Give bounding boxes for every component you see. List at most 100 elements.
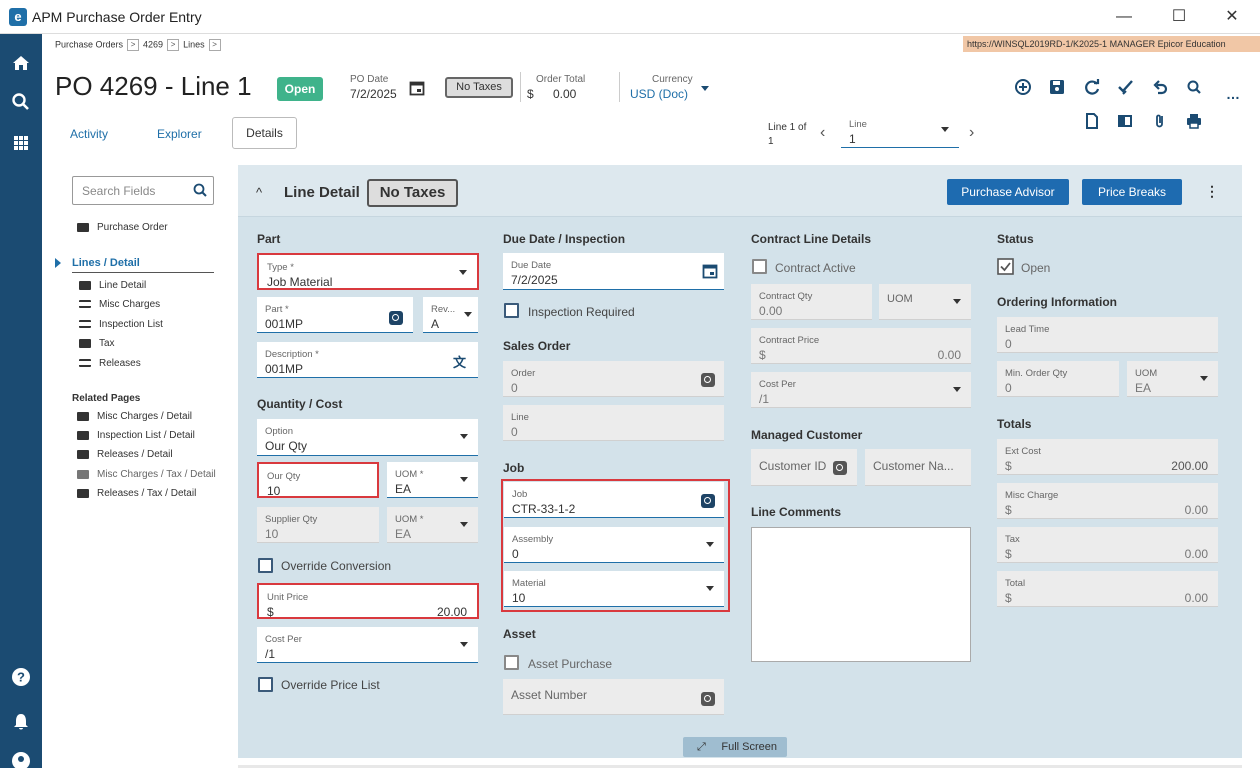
notifications-bell-icon[interactable] <box>10 711 32 733</box>
revision-dropdown[interactable]: Rev... A <box>423 297 478 333</box>
material-dropdown[interactable]: Material 10 <box>504 571 724 607</box>
help-icon[interactable]: ? <box>10 666 32 688</box>
purchase-advisor-button[interactable]: Purchase Advisor <box>947 179 1069 205</box>
override-price-list-checkbox[interactable] <box>258 677 273 692</box>
search-icon[interactable] <box>192 182 208 198</box>
open-checkbox-checked-icon[interactable] <box>997 258 1014 275</box>
home-icon[interactable] <box>10 52 32 74</box>
nav-tax[interactable]: Tax <box>79 338 115 349</box>
user-profile-icon[interactable] <box>10 750 32 772</box>
chevron-right-icon[interactable]: › <box>969 124 974 142</box>
clear-form-icon[interactable] <box>1114 76 1136 98</box>
unit-price-currency: $ <box>267 605 274 619</box>
nav-related-inspection-list[interactable]: Inspection List / Detail <box>77 430 195 441</box>
breadcrumb-purchase-orders[interactable]: Purchase Orders <box>55 39 123 49</box>
nav-related-releases-tax[interactable]: Releases / Tax / Detail <box>77 488 196 499</box>
price-breaks-button[interactable]: Price Breaks <box>1082 179 1182 205</box>
folder-icon <box>77 469 89 479</box>
close-icon[interactable]: ✕ <box>1218 6 1246 28</box>
more-options-icon[interactable]: … <box>1226 86 1241 102</box>
nav-related-releases[interactable]: Releases / Detail <box>77 449 173 460</box>
description-field[interactable]: Description * 001MP 文 <box>257 342 478 378</box>
override-conversion-checkbox[interactable] <box>258 558 273 573</box>
chevron-down-icon[interactable] <box>460 642 468 647</box>
part-field[interactable]: Part * 001MP <box>257 297 413 333</box>
chevron-down-icon[interactable] <box>706 542 714 547</box>
due-date-field[interactable]: Due Date 7/2/2025 <box>503 253 724 290</box>
full-screen-button[interactable]: ⤢ Full Screen <box>683 737 787 757</box>
nav-line-detail[interactable]: Line Detail <box>79 280 146 291</box>
apps-grid-icon[interactable] <box>10 132 32 154</box>
refresh-icon[interactable] <box>1081 76 1103 98</box>
breadcrumb-lines[interactable]: Lines <box>183 39 205 49</box>
our-qty-field[interactable]: Our Qty 10 <box>257 462 379 498</box>
contract-cost-per-dropdown: Cost Per /1 <box>751 372 971 408</box>
maximize-icon[interactable]: ☐ <box>1165 6 1193 28</box>
search-icon[interactable] <box>10 91 32 113</box>
asset-heading: Asset <box>503 627 536 641</box>
tab-explorer[interactable]: Explorer <box>157 127 202 141</box>
chevron-down-icon[interactable] <box>941 127 949 132</box>
nav-related-misc-charges[interactable]: Misc Charges / Detail <box>77 411 192 422</box>
chevron-down-icon[interactable] <box>460 477 468 482</box>
translate-icon[interactable]: 文 <box>453 352 466 371</box>
cost-per-dropdown[interactable]: Cost Per /1 <box>257 627 478 663</box>
contract-active-checkbox[interactable] <box>752 259 767 274</box>
customer-search-icon[interactable] <box>833 461 847 475</box>
nav-releases[interactable]: Releases <box>79 358 141 369</box>
option-dropdown[interactable]: Option Our Qty <box>257 419 478 456</box>
collapse-chevron-icon[interactable]: ^ <box>256 185 262 200</box>
chevron-down-icon[interactable] <box>459 270 467 275</box>
tab-details[interactable]: Details <box>232 117 297 149</box>
asset-purchase-checkbox[interactable] <box>504 655 519 670</box>
uom-dropdown[interactable]: UOM * EA <box>387 462 478 498</box>
revision-label: Rev... <box>431 304 456 315</box>
minimize-icon[interactable]: — <box>1110 6 1138 28</box>
status-heading: Status <box>997 232 1034 246</box>
print-icon[interactable] <box>1183 110 1205 132</box>
tab-activity[interactable]: Activity <box>70 127 108 141</box>
no-taxes-button[interactable]: No Taxes <box>445 77 513 98</box>
undo-icon[interactable] <box>1149 76 1171 98</box>
nav-related-misc-tax[interactable]: Misc Charges / Tax / Detail <box>77 469 216 480</box>
job-field[interactable]: Job CTR-33-1-2 <box>504 482 724 518</box>
ext-cost-field: Ext Cost $ 200.00 <box>997 439 1218 475</box>
panel-layout-icon[interactable] <box>1114 110 1136 132</box>
currency-value[interactable]: USD (Doc) <box>630 87 688 101</box>
chevron-down-icon[interactable] <box>460 434 468 439</box>
revision-value: A <box>431 317 440 331</box>
list-icon <box>79 320 91 329</box>
unit-price-field[interactable]: Unit Price $ 20.00 <box>257 583 479 619</box>
assembly-dropdown[interactable]: Assembly 0 <box>504 527 724 563</box>
chevron-down-icon[interactable] <box>464 312 472 317</box>
line-comments-textarea[interactable] <box>751 527 971 662</box>
material-value: 10 <box>512 591 526 605</box>
calendar-icon[interactable] <box>702 263 718 279</box>
job-search-icon[interactable] <box>701 494 715 508</box>
min-order-uom-dropdown: UOM EA <box>1127 361 1218 397</box>
expand-arrow-icon[interactable] <box>55 258 61 268</box>
order-search-icon[interactable] <box>701 373 715 387</box>
chevron-down-icon[interactable] <box>706 586 714 591</box>
save-icon[interactable] <box>1046 76 1068 98</box>
chevron-left-icon[interactable]: ‹ <box>820 124 825 142</box>
attachment-icon[interactable] <box>1149 110 1171 132</box>
chevron-down-icon[interactable] <box>701 86 709 91</box>
type-dropdown[interactable]: Type * Job Material <box>257 253 479 290</box>
search-icon[interactable] <box>1183 76 1205 98</box>
inspection-required-checkbox[interactable] <box>504 303 519 318</box>
calendar-icon[interactable] <box>409 80 425 96</box>
more-vertical-icon[interactable]: ⋮ <box>1205 183 1219 200</box>
nav-inspection-list[interactable]: Inspection List <box>79 319 163 330</box>
nav-purchase-order[interactable]: Purchase Order <box>77 222 168 233</box>
asset-search-icon[interactable] <box>701 692 715 706</box>
nav-lines-detail[interactable]: Lines / Detail <box>72 257 140 269</box>
add-new-icon[interactable] <box>1012 76 1034 98</box>
new-document-icon[interactable] <box>1081 110 1103 132</box>
part-search-icon[interactable] <box>389 311 403 325</box>
breadcrumb-po-number[interactable]: 4269 <box>143 39 163 49</box>
line-of-label: Line 1 of <box>768 122 807 133</box>
list-icon <box>79 359 91 368</box>
nav-misc-charges[interactable]: Misc Charges <box>79 299 160 310</box>
line-selector[interactable]: Line 1 <box>841 112 959 148</box>
